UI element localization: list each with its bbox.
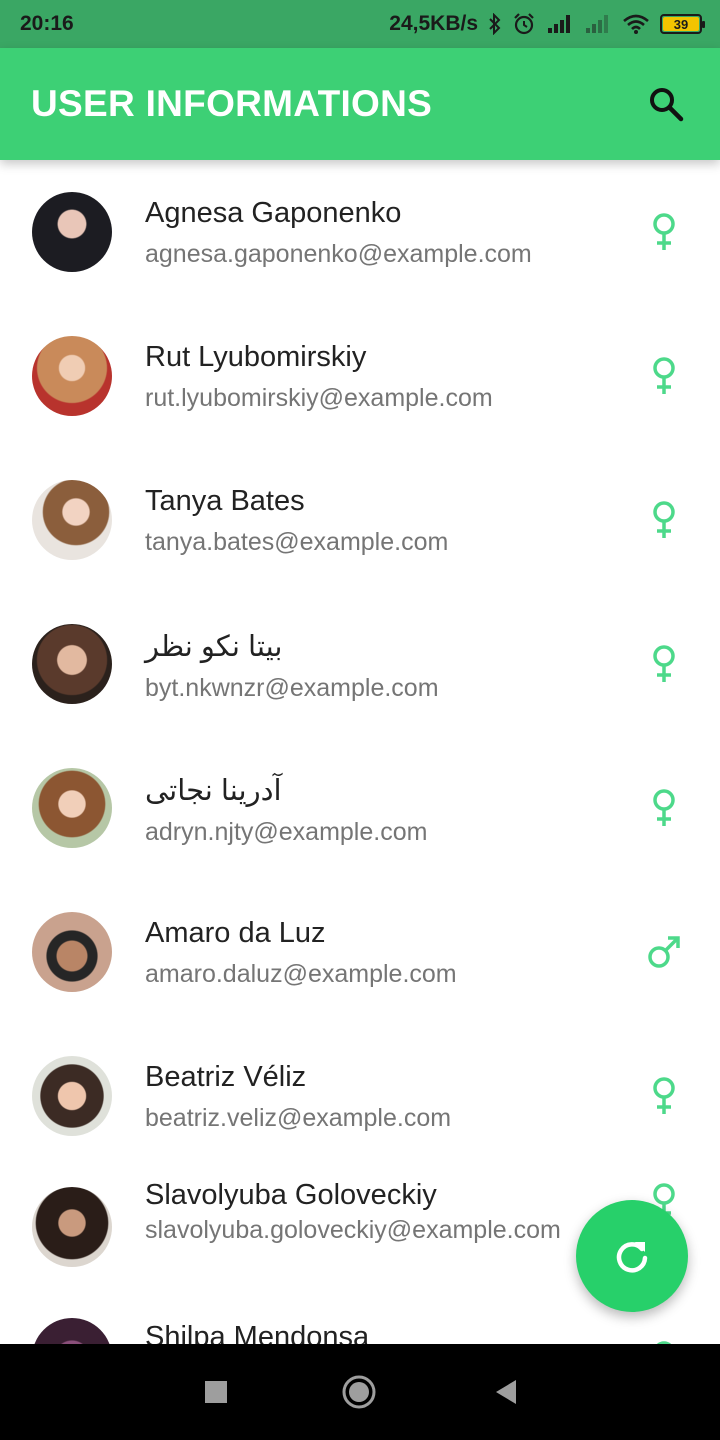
- search-button[interactable]: [644, 82, 688, 126]
- status-time: 20:16: [20, 12, 74, 35]
- wifi-icon: [622, 13, 650, 35]
- user-email: agnesa.gaponenko@example.com: [145, 240, 532, 268]
- female-icon: [640, 208, 688, 256]
- user-name: بیتا نکو نظر: [145, 631, 283, 663]
- list-item[interactable]: Shilpa Mendonsa: [0, 1312, 720, 1344]
- female-icon: [640, 1072, 688, 1120]
- refresh-icon: [616, 1242, 648, 1273]
- back-button[interactable]: [488, 1374, 524, 1410]
- back-triangle-icon: [496, 1380, 516, 1404]
- avatar: [32, 336, 112, 416]
- list-item[interactable]: بیتا نکو نظر byt.nkwnzr@example.com: [0, 592, 720, 736]
- bluetooth-icon: [488, 13, 502, 35]
- user-email: amaro.daluz@example.com: [145, 960, 457, 988]
- user-name: Agnesa Gaponenko: [145, 197, 402, 229]
- list-item[interactable]: Beatriz Véliz beatriz.veliz@example.com: [0, 1024, 720, 1168]
- user-name: آدرینا نجاتی: [145, 775, 282, 807]
- user-name: Amaro da Luz: [145, 917, 326, 949]
- signal-icon: [584, 14, 612, 34]
- female-icon: [640, 784, 688, 832]
- user-name: Shilpa Mendonsa: [145, 1321, 370, 1344]
- user-list: Agnesa Gaponenko agnesa.gaponenko@exampl…: [0, 160, 720, 1344]
- status-icons: 24,5KB/s 39: [389, 12, 705, 36]
- home-circle-icon: [342, 1375, 376, 1409]
- female-icon: [640, 640, 688, 688]
- avatar: [32, 1056, 112, 1136]
- avatar: [32, 480, 112, 560]
- screen: 20:16 24,5KB/s 39 USER INFORMATIONS Agne…: [0, 0, 720, 1440]
- female-icon: [640, 496, 688, 544]
- avatar: [32, 768, 112, 848]
- avatar: [32, 912, 112, 992]
- home-button[interactable]: [341, 1374, 377, 1410]
- user-email: byt.nkwnzr@example.com: [145, 674, 439, 702]
- alarm-icon: [512, 12, 536, 36]
- list-item[interactable]: Tanya Bates tanya.bates@example.com: [0, 448, 720, 592]
- status-bar: 20:16 24,5KB/s 39: [0, 0, 720, 48]
- avatar: [32, 1187, 112, 1267]
- network-speed: 24,5KB/s: [389, 12, 478, 35]
- battery-level: 39: [663, 17, 699, 32]
- search-icon: [650, 88, 684, 122]
- user-email: tanya.bates@example.com: [145, 528, 449, 556]
- signal-icon: [546, 14, 574, 34]
- user-email: adryn.njty@example.com: [145, 818, 428, 846]
- navigation-bar: [0, 1344, 720, 1440]
- user-name: Slavolyuba Goloveckiy: [145, 1179, 437, 1211]
- avatar: [32, 192, 112, 272]
- male-icon: [640, 928, 688, 976]
- female-icon: [640, 352, 688, 400]
- avatar: [32, 1318, 112, 1344]
- user-name: Tanya Bates: [145, 485, 305, 517]
- avatar: [32, 624, 112, 704]
- user-email: rut.lyubomirskiy@example.com: [145, 384, 493, 412]
- list-item[interactable]: Rut Lyubomirskiy rut.lyubomirskiy@exampl…: [0, 304, 720, 448]
- app-bar: USER INFORMATIONS: [0, 48, 720, 160]
- page-title: USER INFORMATIONS: [31, 83, 433, 124]
- list-item[interactable]: Amaro da Luz amaro.daluz@example.com: [0, 880, 720, 1024]
- recents-square-icon: [205, 1381, 227, 1403]
- list-item[interactable]: Agnesa Gaponenko agnesa.gaponenko@exampl…: [0, 160, 720, 304]
- battery-icon: 39: [660, 14, 705, 34]
- user-email: slavolyuba.goloveckiy@example.com: [145, 1216, 561, 1244]
- user-email: beatriz.veliz@example.com: [145, 1104, 452, 1132]
- recents-button[interactable]: [198, 1374, 234, 1410]
- list-item[interactable]: آدرینا نجاتی adryn.njty@example.com: [0, 736, 720, 880]
- user-name: Rut Lyubomirskiy: [145, 341, 367, 373]
- female-icon: [640, 1336, 688, 1344]
- user-name: Beatriz Véliz: [145, 1061, 307, 1093]
- refresh-button[interactable]: [576, 1200, 688, 1312]
